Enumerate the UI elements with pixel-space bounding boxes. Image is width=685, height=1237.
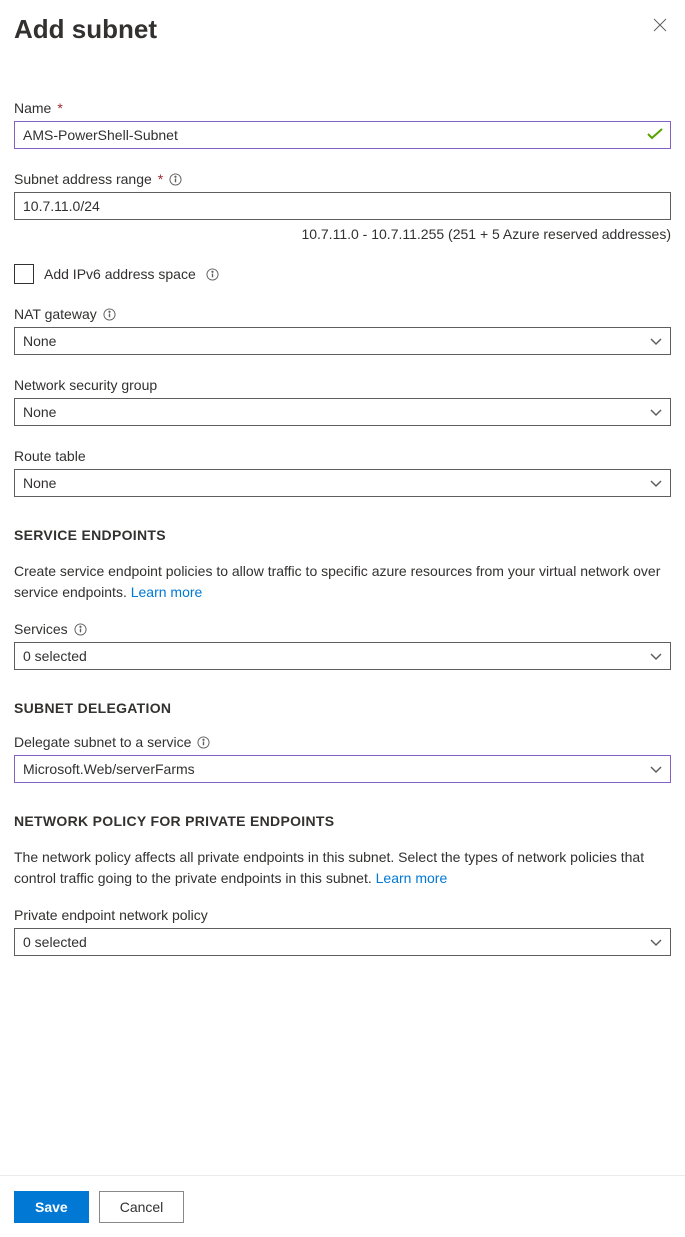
chevron-down-icon	[650, 648, 662, 664]
nat-gateway-label: NAT gateway	[14, 306, 97, 322]
nsg-value: None	[23, 404, 56, 420]
name-input[interactable]	[14, 121, 671, 149]
services-label: Services	[14, 621, 68, 637]
info-icon[interactable]	[197, 736, 210, 749]
chevron-down-icon	[650, 934, 662, 950]
close-button[interactable]	[649, 14, 671, 39]
nat-gateway-select[interactable]: None	[14, 327, 671, 355]
ipv6-checkbox[interactable]	[14, 264, 34, 284]
network-policy-header: NETWORK POLICY FOR PRIVATE ENDPOINTS	[14, 813, 671, 829]
info-icon[interactable]	[206, 268, 219, 281]
address-range-hint: 10.7.11.0 - 10.7.11.255 (251 + 5 Azure r…	[14, 226, 671, 242]
policy-select[interactable]: 0 selected	[14, 928, 671, 956]
nat-gateway-value: None	[23, 333, 56, 349]
save-button[interactable]: Save	[14, 1191, 89, 1223]
info-icon[interactable]	[103, 308, 116, 321]
page-title: Add subnet	[14, 14, 157, 45]
learn-more-link[interactable]: Learn more	[131, 584, 203, 600]
delegation-label: Delegate subnet to a service	[14, 734, 191, 750]
policy-value: 0 selected	[23, 934, 87, 950]
cancel-button[interactable]: Cancel	[99, 1191, 185, 1223]
ipv6-label: Add IPv6 address space	[44, 266, 196, 282]
service-endpoints-header: SERVICE ENDPOINTS	[14, 527, 671, 543]
name-label: Name	[14, 100, 51, 116]
nsg-label: Network security group	[14, 377, 157, 393]
info-icon[interactable]	[169, 173, 182, 186]
nsg-select[interactable]: None	[14, 398, 671, 426]
network-policy-desc: The network policy affects all private e…	[14, 847, 671, 889]
chevron-down-icon	[650, 333, 662, 349]
address-range-label: Subnet address range	[14, 171, 152, 187]
address-range-input[interactable]	[14, 192, 671, 220]
policy-label: Private endpoint network policy	[14, 907, 208, 923]
chevron-down-icon	[650, 404, 662, 420]
route-table-select[interactable]: None	[14, 469, 671, 497]
services-value: 0 selected	[23, 648, 87, 664]
chevron-down-icon	[650, 761, 662, 777]
route-table-label: Route table	[14, 448, 86, 464]
learn-more-link[interactable]: Learn more	[376, 870, 448, 886]
service-endpoints-desc: Create service endpoint policies to allo…	[14, 561, 671, 603]
chevron-down-icon	[650, 475, 662, 491]
route-table-value: None	[23, 475, 56, 491]
delegation-select[interactable]: Microsoft.Web/serverFarms	[14, 755, 671, 783]
required-indicator: *	[158, 171, 163, 187]
delegation-value: Microsoft.Web/serverFarms	[23, 761, 195, 777]
close-icon	[653, 20, 667, 35]
checkmark-icon	[647, 127, 663, 143]
required-indicator: *	[57, 100, 62, 116]
subnet-delegation-header: SUBNET DELEGATION	[14, 700, 671, 716]
info-icon[interactable]	[74, 623, 87, 636]
services-select[interactable]: 0 selected	[14, 642, 671, 670]
